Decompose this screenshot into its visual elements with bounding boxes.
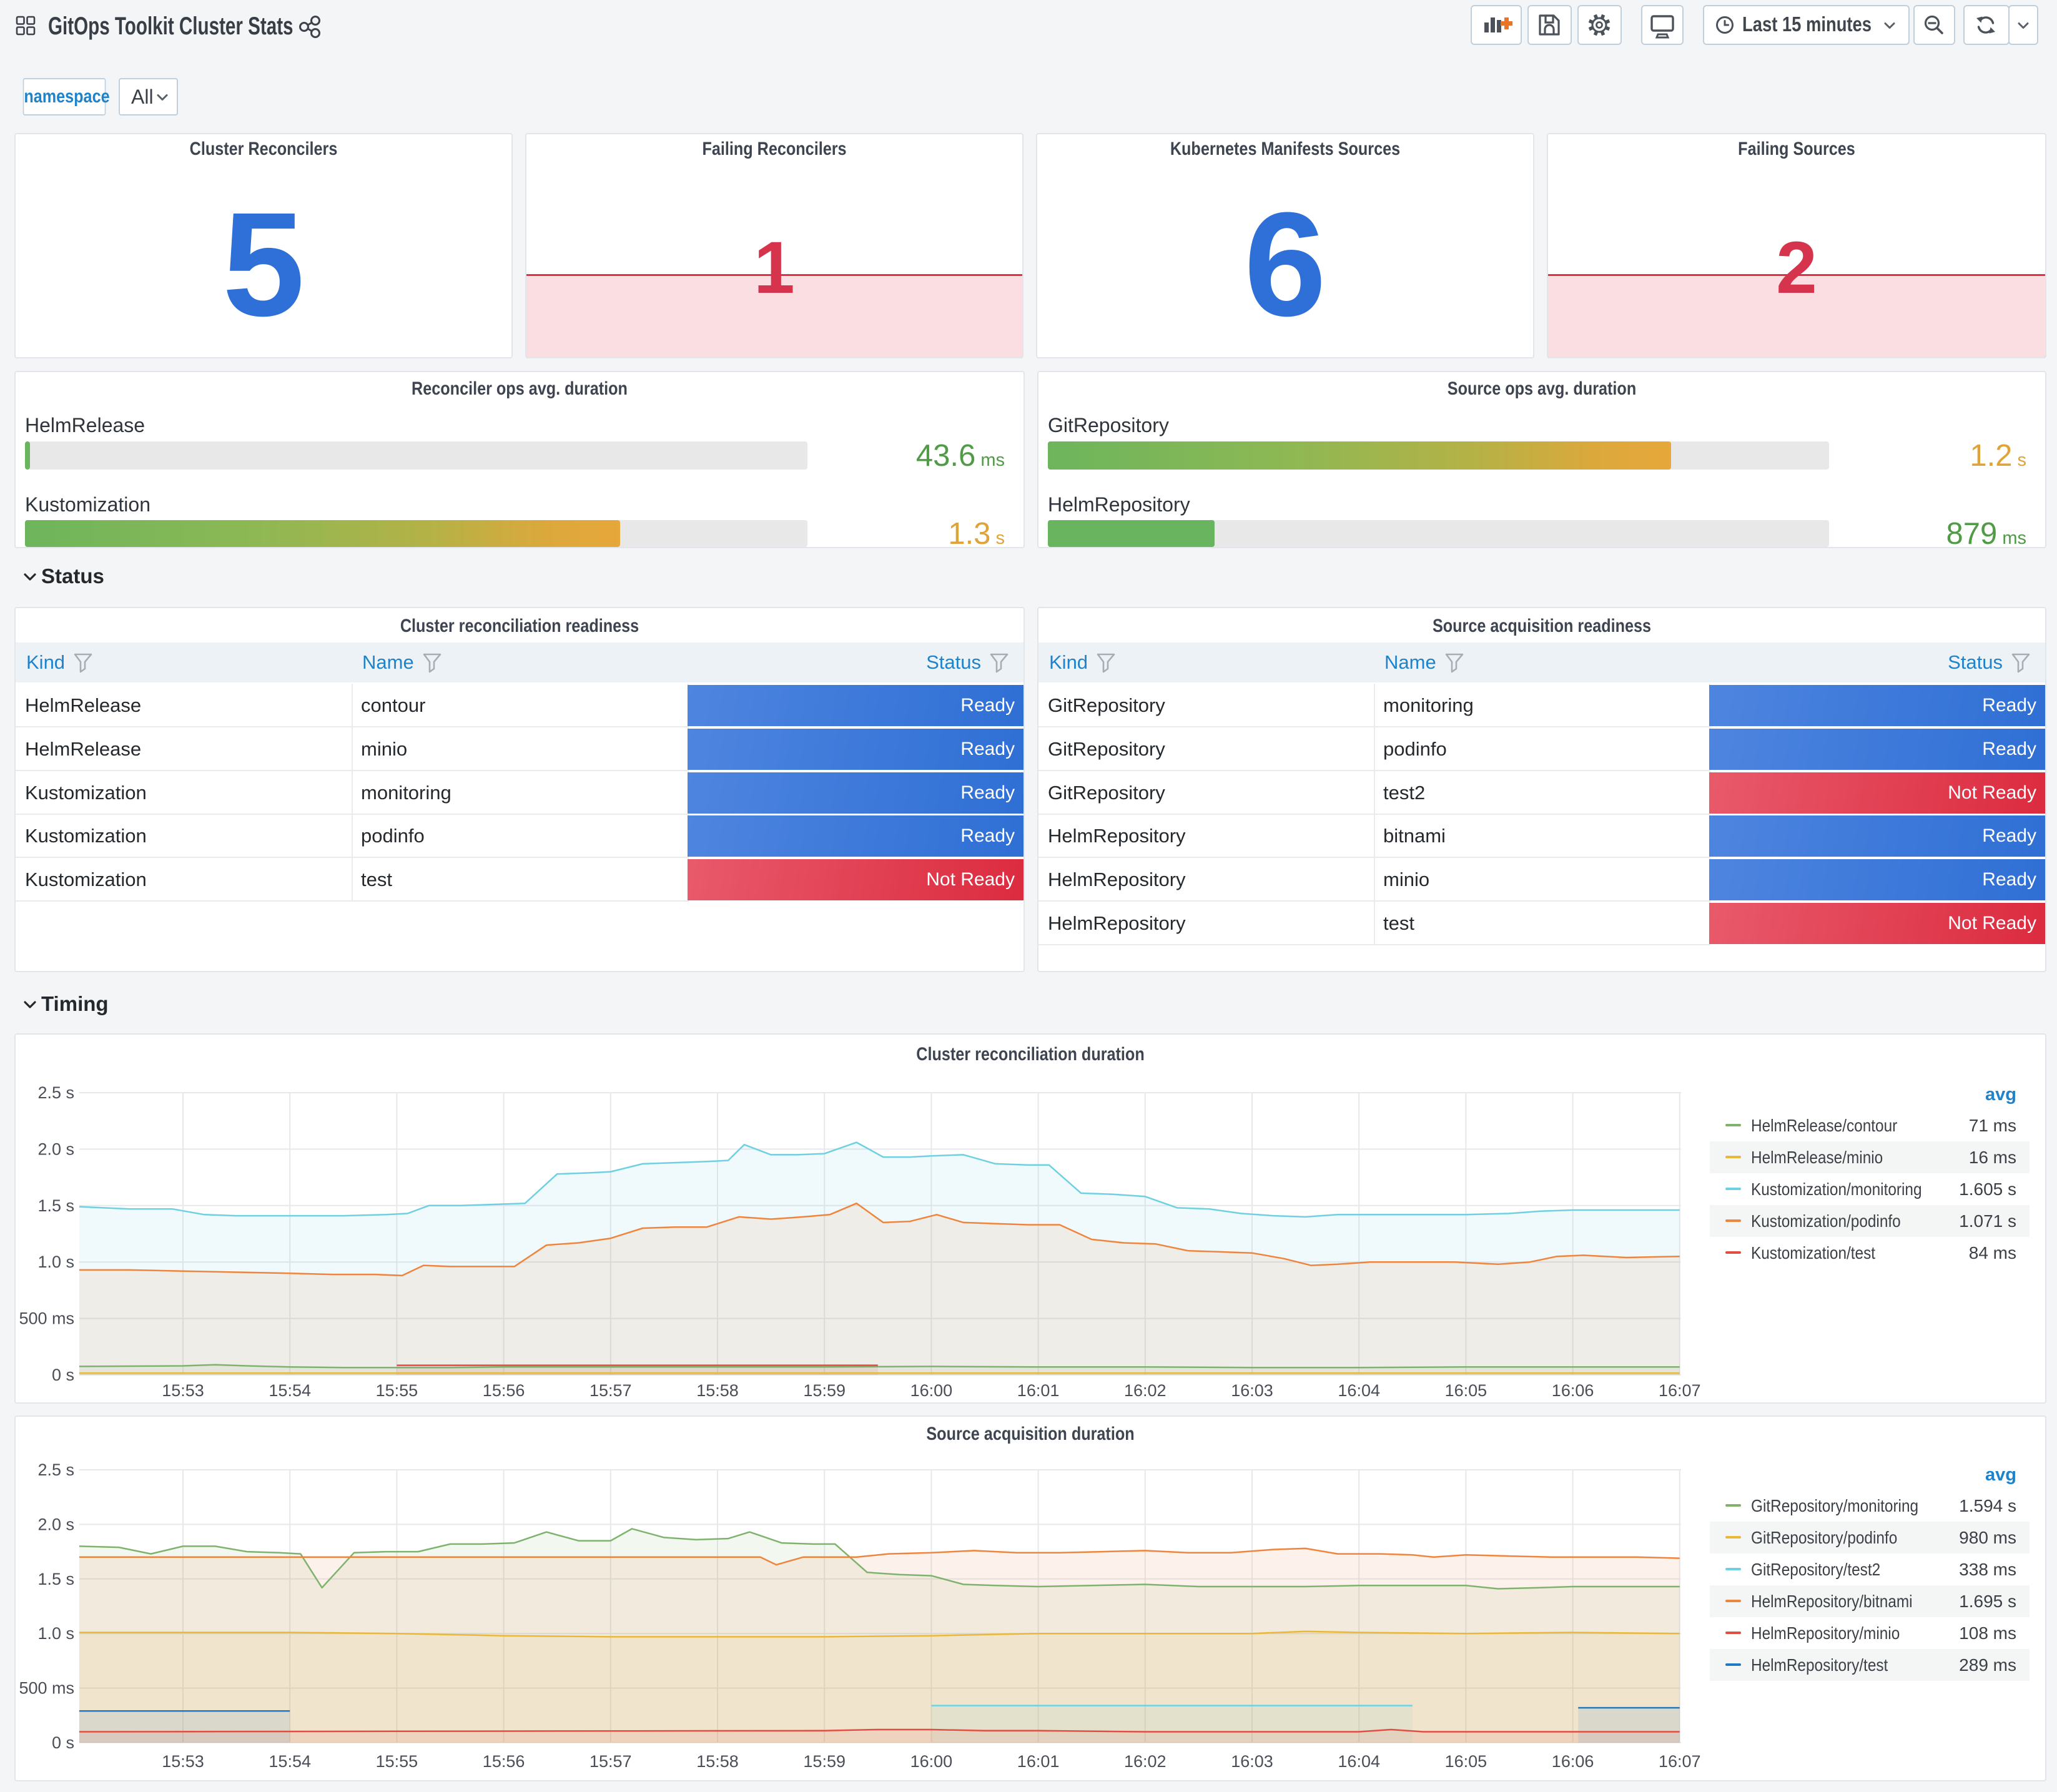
svg-text:16:03: 16:03 — [1231, 1381, 1273, 1400]
svg-text:2.0 s: 2.0 s — [37, 1515, 74, 1534]
svg-text:1.5 s: 1.5 s — [37, 1196, 74, 1215]
svg-text:2.0 s: 2.0 s — [37, 1140, 74, 1158]
svg-text:500 ms: 500 ms — [19, 1309, 74, 1328]
svg-text:16:07: 16:07 — [1659, 1381, 1701, 1400]
svg-text:16:01: 16:01 — [1017, 1752, 1060, 1771]
svg-text:500 ms: 500 ms — [19, 1679, 74, 1698]
svg-text:15:59: 15:59 — [803, 1752, 846, 1771]
svg-text:15:57: 15:57 — [589, 1752, 632, 1771]
svg-text:16:02: 16:02 — [1124, 1752, 1167, 1771]
svg-text:16:05: 16:05 — [1445, 1752, 1487, 1771]
svg-text:0 s: 0 s — [52, 1366, 74, 1384]
svg-text:16:03: 16:03 — [1231, 1752, 1273, 1771]
svg-text:15:54: 15:54 — [269, 1381, 311, 1400]
svg-text:16:00: 16:00 — [910, 1381, 953, 1400]
svg-text:16:02: 16:02 — [1124, 1381, 1167, 1400]
svg-text:15:53: 15:53 — [162, 1752, 204, 1771]
svg-text:15:58: 15:58 — [696, 1381, 739, 1400]
svg-text:15:59: 15:59 — [803, 1381, 846, 1400]
svg-text:2.5 s: 2.5 s — [37, 1460, 74, 1479]
svg-text:16:00: 16:00 — [910, 1752, 953, 1771]
svg-text:15:56: 15:56 — [483, 1381, 525, 1400]
svg-text:16:06: 16:06 — [1552, 1752, 1594, 1771]
svg-text:1.0 s: 1.0 s — [37, 1624, 74, 1643]
svg-text:1.5 s: 1.5 s — [37, 1570, 74, 1588]
svg-text:15:55: 15:55 — [376, 1381, 418, 1400]
svg-text:16:05: 16:05 — [1445, 1381, 1487, 1400]
svg-text:16:04: 16:04 — [1338, 1381, 1380, 1400]
svg-text:15:57: 15:57 — [589, 1381, 632, 1400]
svg-text:15:56: 15:56 — [483, 1752, 525, 1771]
svg-text:0 s: 0 s — [52, 1733, 74, 1752]
svg-text:16:04: 16:04 — [1338, 1752, 1380, 1771]
svg-text:15:58: 15:58 — [696, 1752, 739, 1771]
svg-text:16:06: 16:06 — [1552, 1381, 1594, 1400]
svg-text:1.0 s: 1.0 s — [37, 1253, 74, 1271]
svg-text:15:54: 15:54 — [269, 1752, 311, 1771]
svg-text:16:01: 16:01 — [1017, 1381, 1060, 1400]
svg-text:15:53: 15:53 — [162, 1381, 204, 1400]
svg-text:16:07: 16:07 — [1659, 1752, 1701, 1771]
svg-text:15:55: 15:55 — [376, 1752, 418, 1771]
svg-text:2.5 s: 2.5 s — [37, 1083, 74, 1102]
